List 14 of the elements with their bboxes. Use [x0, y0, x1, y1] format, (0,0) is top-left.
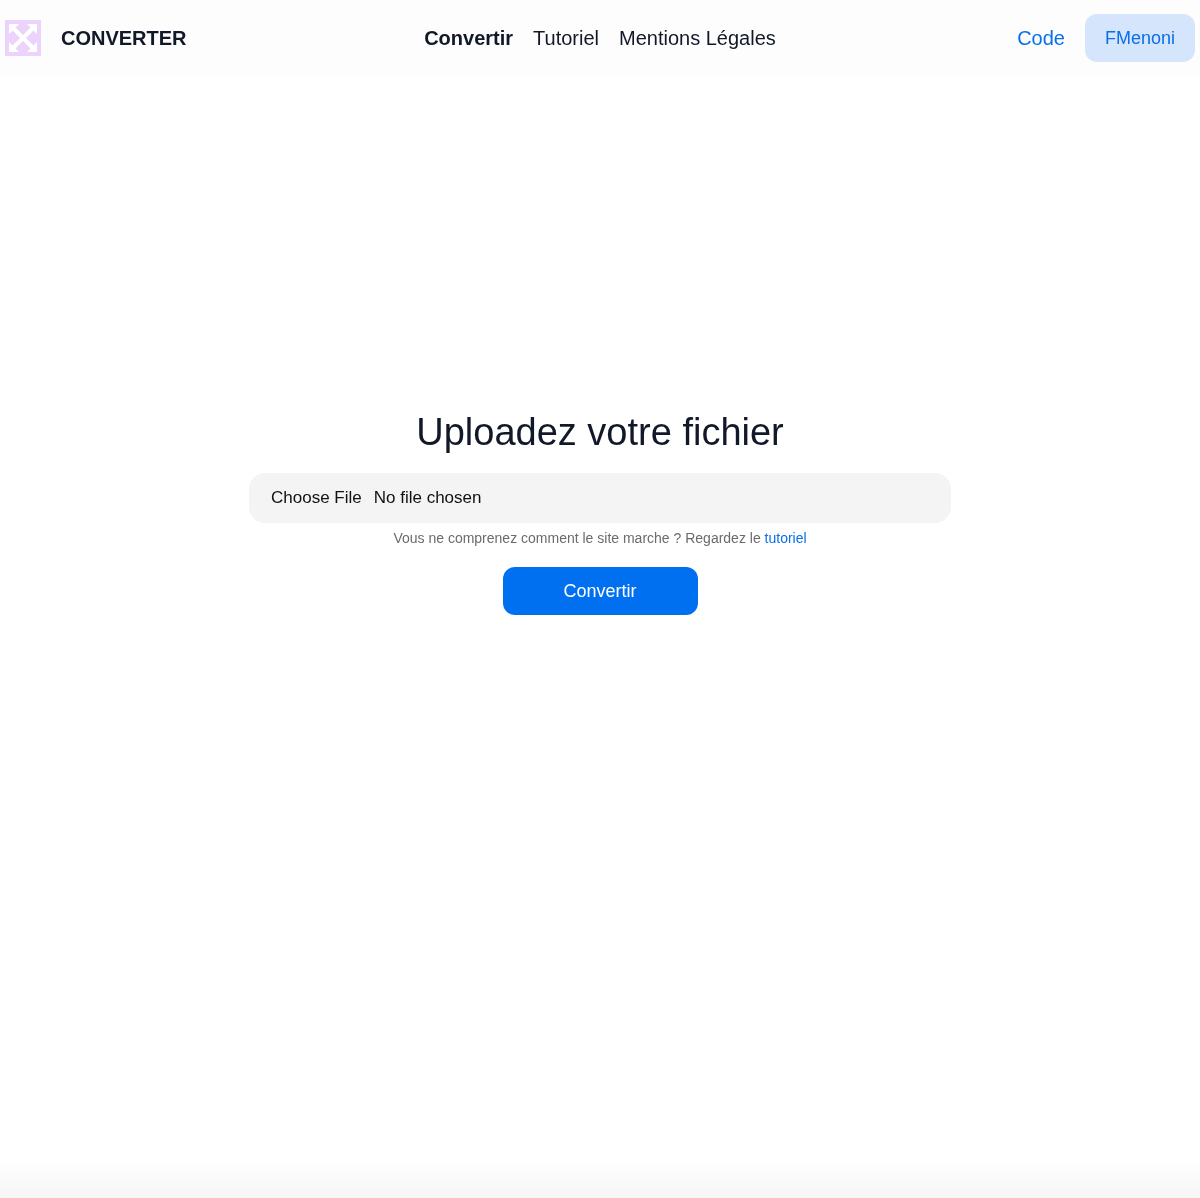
tutorial-link[interactable]: tutoriel: [764, 530, 807, 546]
file-field[interactable]: Choose File No file chosen: [249, 473, 951, 523]
arrows-icon: [5, 20, 41, 56]
convert-button[interactable]: Convertir: [502, 567, 698, 615]
user-button[interactable]: FMenoni: [1084, 14, 1195, 62]
code-link[interactable]: Code: [1017, 23, 1065, 53]
choose-file-button[interactable]: Choose File: [271, 485, 362, 511]
nav-link[interactable]: Tutoriel: [533, 23, 600, 53]
page-title: Uploadez votre fichier: [416, 410, 784, 455]
nav-link[interactable]: Convertir: [424, 23, 514, 53]
brand-name: CONVERTER: [61, 26, 187, 51]
file-status-text: No file chosen: [373, 487, 482, 510]
help-text: Vous ne comprenez comment le site marche ? Regardez le tutoriel: [393, 529, 807, 548]
nav-link[interactable]: Mentions Légales: [619, 23, 776, 53]
